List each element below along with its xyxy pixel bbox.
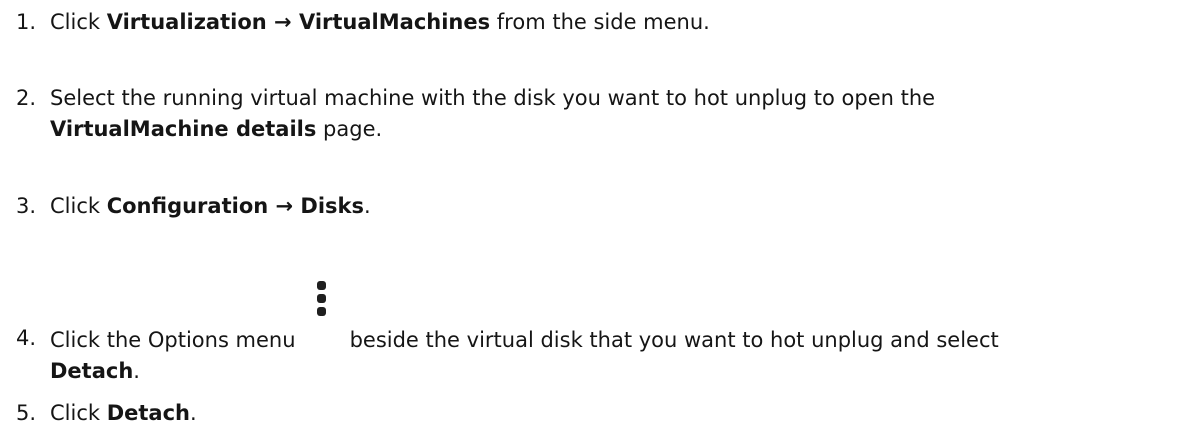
step-text-prefix: Click — [50, 401, 107, 425]
step-text: Click Configuration → Disks. — [50, 191, 1190, 222]
step-text-prefix: Click — [50, 10, 107, 34]
menu-path-virtualmachines: VirtualMachines — [298, 10, 491, 34]
step-text-middle: beside the virtual disk that you want to… — [349, 328, 999, 352]
step-text-prefix: Click the Options menu — [50, 328, 296, 352]
step-number: 5. — [16, 401, 37, 425]
step-text-suffix: from the side menu. — [490, 10, 710, 34]
page-name-virtualmachine-details: VirtualMachine details — [50, 117, 317, 141]
arrow-separator: → — [268, 194, 301, 218]
step-text-line: Click the Options menu beside the virtual… — [50, 281, 1190, 356]
step-text-line: Detach. — [50, 356, 1190, 387]
step-number: 4. — [16, 326, 37, 350]
step-text: Click Detach. — [50, 398, 1190, 429]
action-detach: Detach — [50, 359, 134, 383]
step-text-suffix: . — [133, 359, 140, 383]
menu-path-disks: Disks — [300, 194, 365, 218]
step-text-prefix: Click — [50, 194, 107, 218]
step-text-suffix: page. — [316, 117, 383, 141]
menu-path-virtualization: Virtualization — [106, 10, 267, 34]
step-number: 1. — [16, 10, 37, 34]
step-text: Click the Options menu beside the virtual… — [50, 281, 1190, 387]
action-detach: Detach — [106, 401, 191, 425]
step-text-line: VirtualMachine details page. — [50, 114, 1190, 145]
arrow-separator: → — [266, 10, 299, 34]
menu-path-configuration: Configuration — [106, 194, 269, 218]
step-text-line: Select the running virtual machine with … — [50, 86, 936, 110]
step-text-suffix: . — [190, 401, 197, 425]
step-text-suffix: . — [364, 194, 371, 218]
step-text: Click Virtualization → VirtualMachines f… — [50, 7, 1190, 38]
step-number: 3. — [16, 194, 37, 218]
step-number: 2. — [16, 86, 37, 110]
step-text: Select the running virtual machine with … — [50, 83, 1190, 145]
kebab-menu-icon — [296, 281, 350, 347]
